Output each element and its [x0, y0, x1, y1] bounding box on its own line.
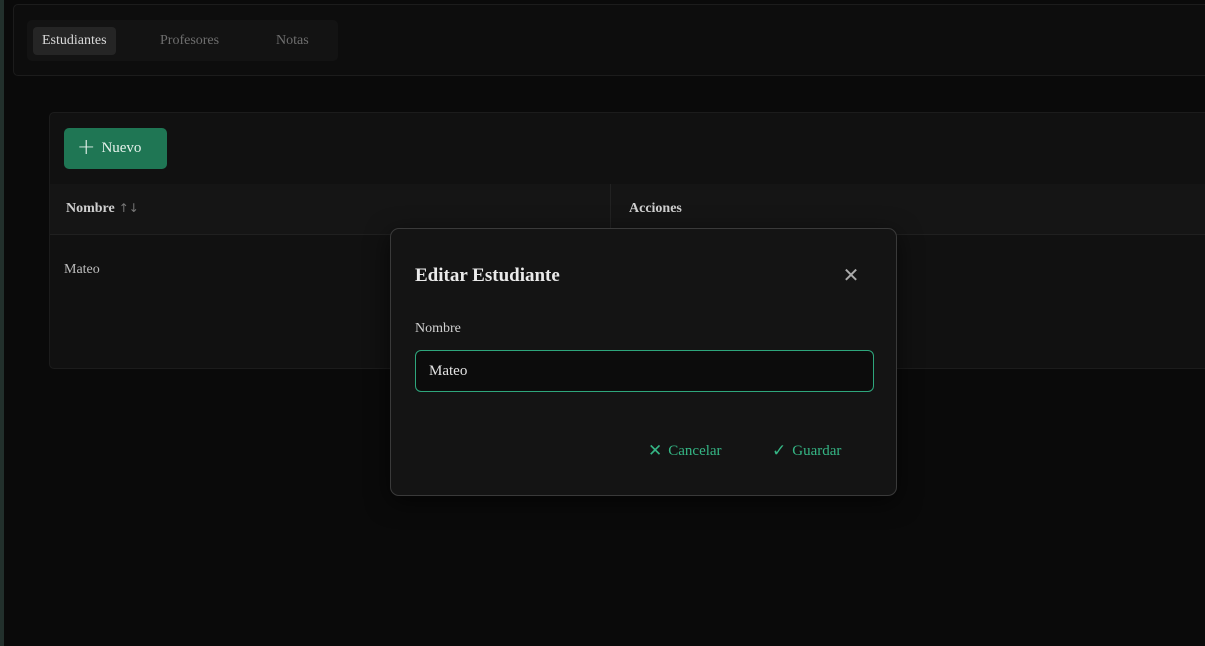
cancel-button-label: Cancelar: [668, 442, 722, 459]
check-icon: ✓: [772, 441, 787, 461]
nombre-field-label: Nombre: [415, 321, 461, 336]
dialog-title: Editar Estudiante: [415, 265, 560, 286]
save-button[interactable]: ✓ Guardar: [772, 441, 841, 461]
tab-bar: Estudiantes Profesores Notas: [27, 20, 338, 61]
plus-icon: +: [77, 134, 96, 160]
tab-notas[interactable]: Notas: [267, 27, 318, 55]
nombre-input[interactable]: [415, 350, 874, 392]
window-left-edge: [0, 0, 4, 646]
edit-student-dialog: Editar Estudiante ✕ Nombre ✕ Cancelar ✓ …: [390, 228, 897, 496]
close-icon[interactable]: ✕: [839, 263, 863, 287]
x-icon: ✕: [648, 441, 663, 461]
cancel-button[interactable]: ✕ Cancelar: [648, 441, 722, 461]
column-header-nombre[interactable]: Nombre ↑↓: [66, 201, 139, 217]
table-cell-nombre: Mateo: [64, 262, 100, 277]
sort-icon[interactable]: ↑↓: [119, 201, 139, 215]
tab-profesores[interactable]: Profesores: [151, 27, 228, 55]
tab-estudiantes[interactable]: Estudiantes: [33, 27, 116, 55]
column-header-acciones: Acciones: [629, 201, 682, 216]
new-button[interactable]: + Nuevo: [64, 128, 167, 169]
new-button-label: Nuevo: [101, 140, 142, 156]
save-button-label: Guardar: [792, 442, 842, 459]
